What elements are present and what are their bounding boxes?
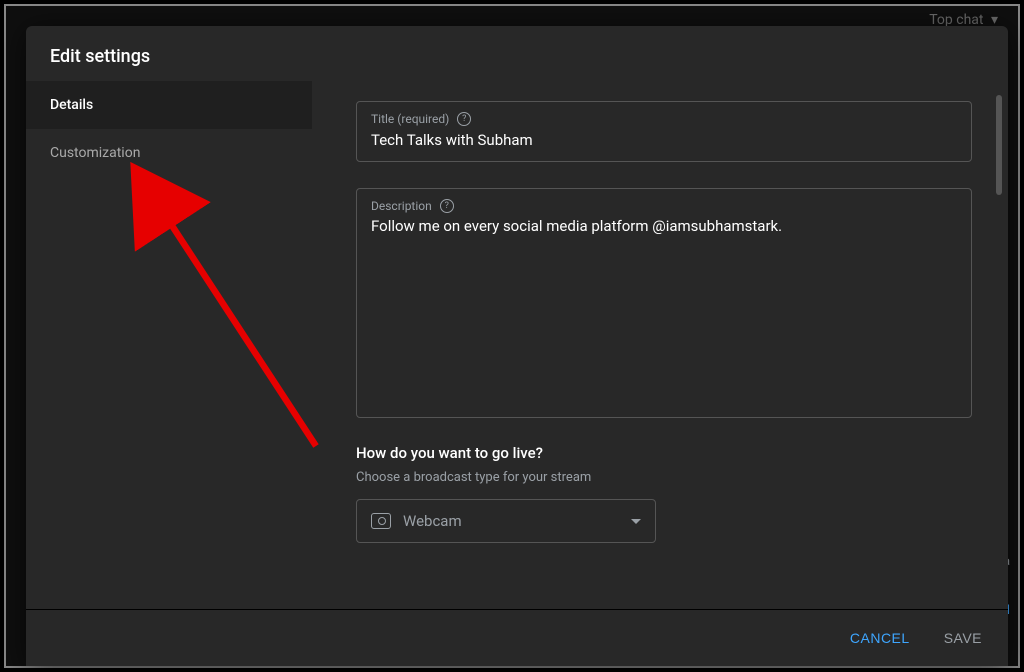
modal-header: Edit settings (26, 26, 1008, 81)
help-icon[interactable]: ? (457, 112, 471, 126)
description-input[interactable] (371, 217, 957, 407)
settings-main: Title (required) ? Description ? How do … (312, 81, 1008, 609)
edit-settings-modal: Edit settings Details Customization Titl… (26, 26, 1008, 666)
title-label: Title (required) (371, 112, 449, 126)
sidebar-item-details[interactable]: Details (26, 81, 312, 129)
cancel-button[interactable]: CANCEL (846, 624, 914, 652)
modal-footer: CANCEL SAVE (26, 609, 1008, 666)
sidebar-item-customization[interactable]: Customization (26, 129, 312, 177)
description-field-container[interactable]: Description ? (356, 188, 972, 418)
broadcast-selected-label: Webcam (403, 512, 619, 530)
sidebar-item-label: Customization (50, 145, 140, 161)
save-button[interactable]: SAVE (940, 624, 986, 652)
modal-title: Edit settings (50, 46, 984, 67)
scrollbar[interactable] (996, 95, 1002, 195)
title-input[interactable] (371, 131, 957, 149)
title-field-container[interactable]: Title (required) ? (356, 101, 972, 162)
sidebar-item-label: Details (50, 97, 93, 113)
settings-sidebar: Details Customization (26, 81, 312, 609)
title-label-row: Title (required) ? (371, 112, 957, 126)
description-label-row: Description ? (371, 199, 957, 213)
chevron-down-icon (631, 519, 641, 524)
broadcast-subheading: Choose a broadcast type for your stream (356, 470, 972, 485)
outer-frame: Top chat ▾ o li cy a ION Subham Stark Ed… (4, 4, 1020, 668)
modal-body: Details Customization Title (required) ? (26, 81, 1008, 609)
help-icon[interactable]: ? (440, 199, 454, 213)
description-label: Description (371, 199, 432, 213)
broadcast-heading: How do you want to go live? (356, 444, 972, 462)
broadcast-type-select[interactable]: Webcam (356, 499, 656, 543)
camera-icon (371, 513, 391, 529)
